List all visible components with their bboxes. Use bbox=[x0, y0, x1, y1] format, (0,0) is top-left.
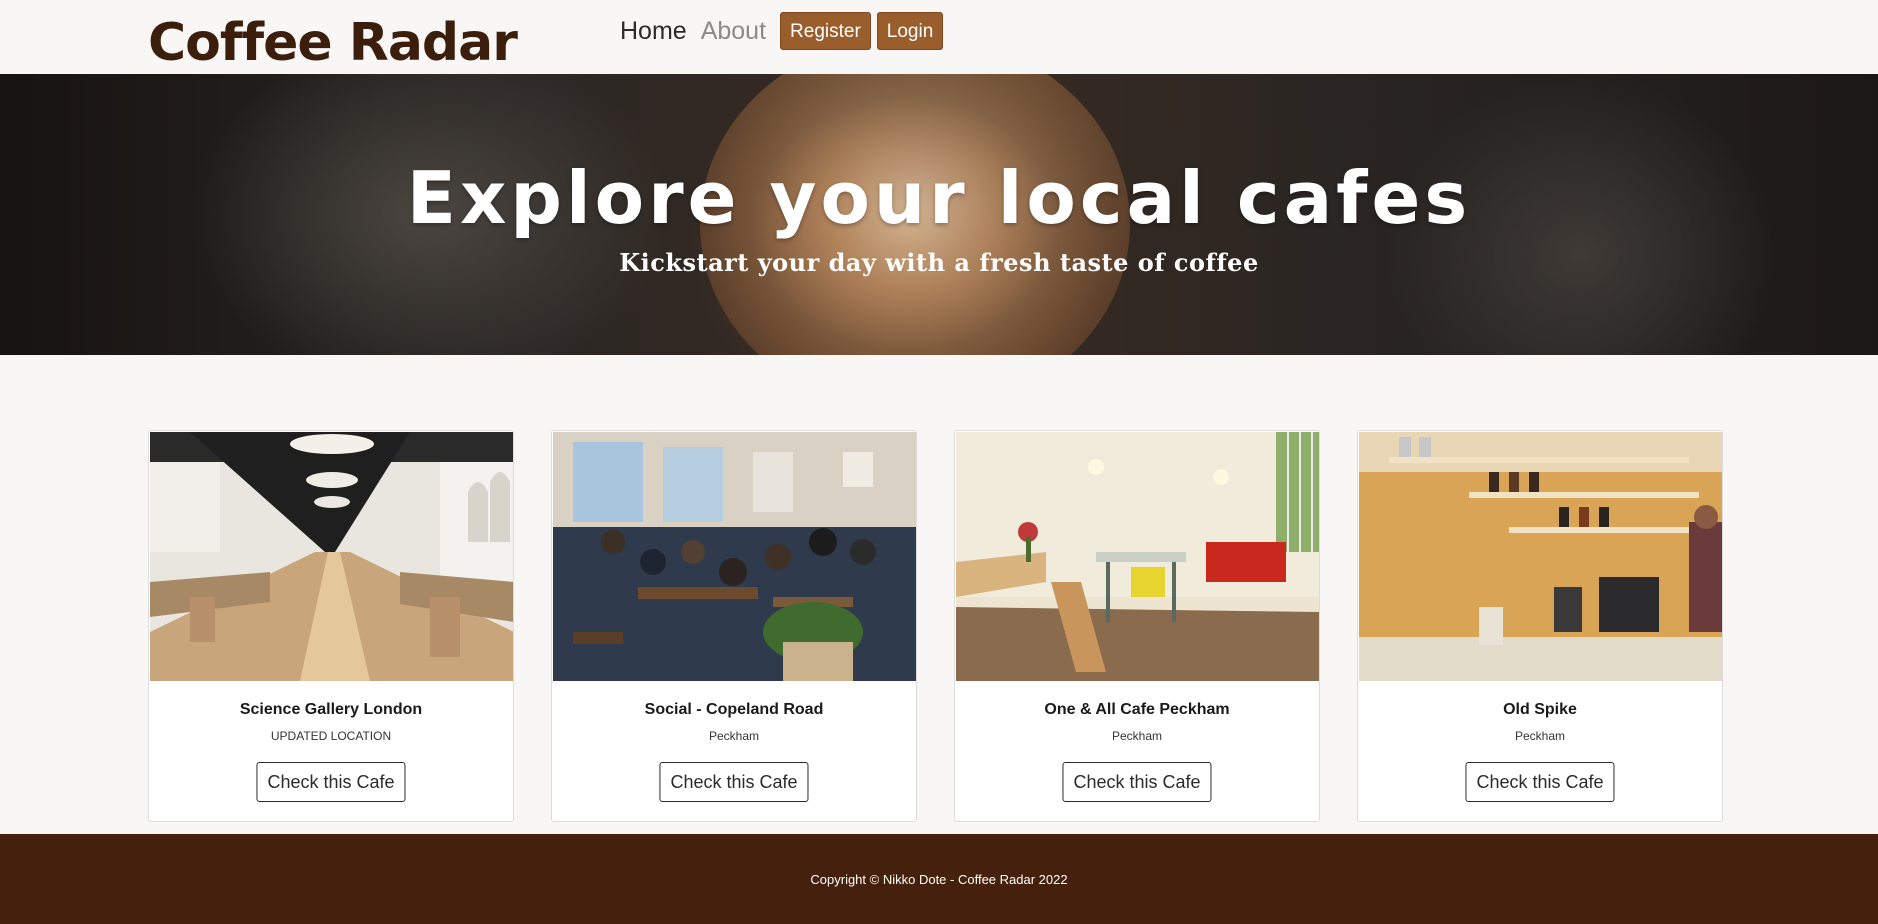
site-logo[interactable]: Coffee Radar bbox=[148, 10, 518, 76]
cafe-image bbox=[1359, 432, 1722, 681]
navbar: Coffee Radar Home About Register Login bbox=[0, 0, 1878, 74]
footer: Copyright © Nikko Dote - Coffee Radar 20… bbox=[0, 834, 1878, 924]
cafe-image bbox=[956, 432, 1319, 681]
cafe-location: Peckham bbox=[1111, 729, 1163, 743]
check-cafe-button[interactable]: Check this Cafe bbox=[1062, 762, 1212, 802]
cafe-card[interactable]: Science Gallery London UPDATED LOCATION … bbox=[148, 430, 514, 822]
cafe-name: Social - Copeland Road bbox=[644, 701, 824, 718]
cafe-name: One & All Cafe Peckham bbox=[1044, 701, 1230, 718]
cafe-name: Science Gallery London bbox=[239, 701, 423, 718]
cafe-location: Peckham bbox=[1514, 729, 1566, 743]
cafe-location: Peckham bbox=[708, 729, 760, 743]
nav-about-link[interactable]: About bbox=[701, 12, 766, 50]
hero-title: Explore your local cafes bbox=[406, 156, 1472, 240]
check-cafe-button[interactable]: Check this Cafe bbox=[1465, 762, 1615, 802]
cafe-image bbox=[150, 432, 513, 681]
nav-home-link[interactable]: Home bbox=[620, 12, 687, 50]
check-cafe-button[interactable]: Check this Cafe bbox=[659, 762, 809, 802]
register-button[interactable]: Register bbox=[780, 12, 871, 50]
hero-banner: Explore your local cafes Kickstart your … bbox=[0, 74, 1878, 355]
cafe-card[interactable]: Social - Copeland Road Peckham Check thi… bbox=[551, 430, 917, 822]
cafe-card-grid: Science Gallery London UPDATED LOCATION … bbox=[148, 430, 1726, 822]
hero-subtitle: Kickstart your day with a fresh taste of… bbox=[619, 248, 1259, 277]
cafe-location: UPDATED LOCATION bbox=[270, 729, 392, 743]
cafe-card[interactable]: One & All Cafe Peckham Peckham Check thi… bbox=[954, 430, 1320, 822]
cafe-card[interactable]: Old Spike Peckham Check this Cafe bbox=[1357, 430, 1723, 822]
check-cafe-button[interactable]: Check this Cafe bbox=[256, 762, 406, 802]
cafe-name: Old Spike bbox=[1503, 701, 1577, 718]
cafe-image bbox=[553, 432, 916, 681]
nav-links: Home About Register Login bbox=[620, 12, 949, 50]
copyright-text: Copyright © Nikko Dote - Coffee Radar 20… bbox=[810, 872, 1068, 887]
login-button[interactable]: Login bbox=[876, 12, 944, 50]
